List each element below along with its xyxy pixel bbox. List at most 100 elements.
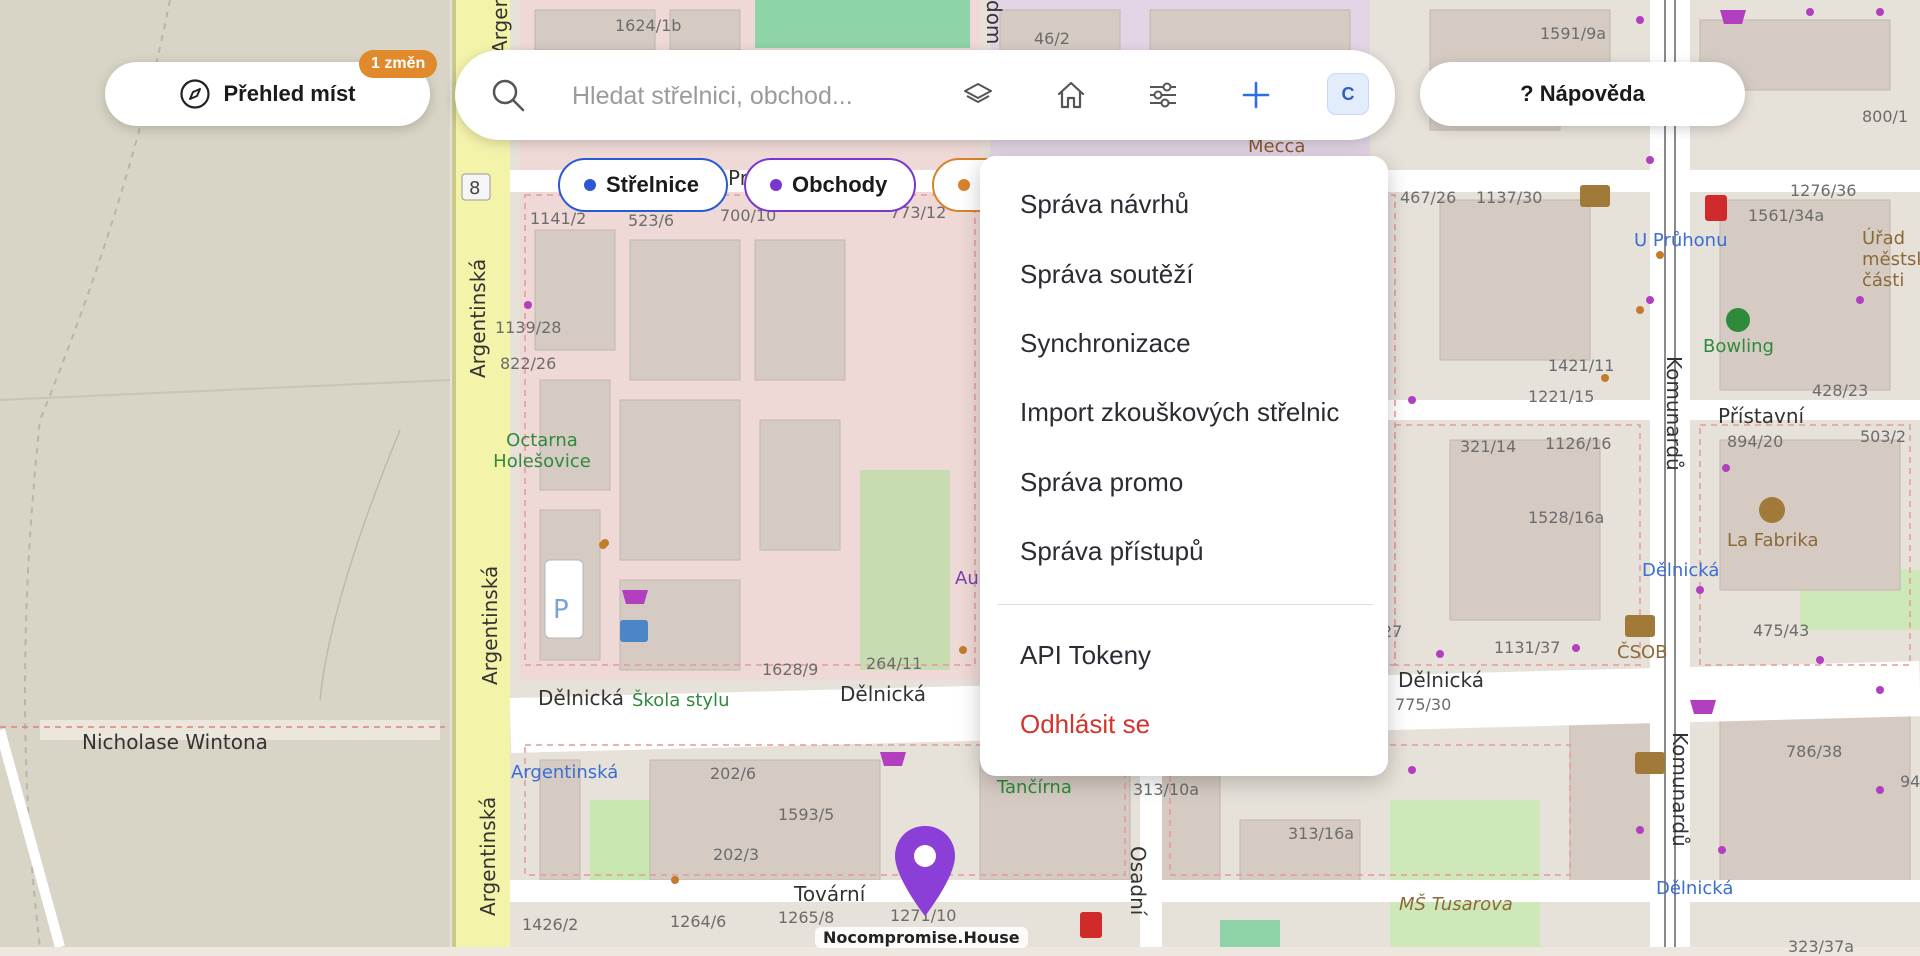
- street-label: Dělnická: [538, 686, 624, 710]
- orange-dot-icon: [958, 179, 970, 191]
- house-number: 1593/5: [778, 805, 835, 824]
- house-number: 1421/11: [1548, 356, 1615, 375]
- house-number: 775/30: [1395, 695, 1452, 714]
- menu-item-access[interactable]: Správa přístupů: [1020, 536, 1204, 567]
- street-label: Dělnická: [840, 682, 926, 706]
- help-button[interactable]: ? Nápověda: [1420, 62, 1745, 126]
- poi-label: Škola stylu: [632, 690, 730, 711]
- filters-button[interactable]: [1138, 70, 1188, 120]
- compass-icon: [180, 79, 211, 109]
- places-overview-label: Přehled míst: [223, 81, 356, 106]
- sliders-icon: [1150, 82, 1176, 108]
- house-number: 894/20: [1727, 432, 1784, 451]
- menu-item-proposals[interactable]: Správa návrhů: [1020, 189, 1189, 220]
- street-label: Argentinská: [488, 0, 512, 54]
- poi-label: U Průhonu: [1634, 230, 1728, 251]
- menu-item-import-ranges[interactable]: Import zkouškových střelnic: [1020, 397, 1339, 428]
- location-pin-icon[interactable]: [893, 824, 957, 920]
- pin-label[interactable]: Nocompromise.House: [815, 927, 1028, 948]
- poi-label: Dělnická: [1656, 878, 1734, 899]
- house-number: 1528/16a: [1528, 508, 1605, 527]
- home-button[interactable]: [1046, 70, 1096, 120]
- house-number: 1591/9a: [1540, 24, 1607, 43]
- house-number: 786/38: [1786, 742, 1843, 761]
- poi-label: Tančírna: [997, 777, 1072, 798]
- house-number: 1624/1b: [615, 16, 682, 35]
- street-label: Komunardů: [1662, 356, 1686, 471]
- layers-icon: [964, 83, 992, 103]
- blue-dot-icon: [584, 179, 596, 191]
- house-number: 313/10a: [1133, 780, 1200, 799]
- street-label: Tovární: [794, 882, 866, 906]
- house-number: 523/6: [628, 211, 675, 230]
- poi-label: MŠ Tusarova: [1399, 894, 1513, 915]
- street-label: Komunardů: [1668, 732, 1692, 847]
- house-number: 94: [1900, 772, 1920, 791]
- changes-badge: 1 změn: [359, 50, 438, 78]
- house-number: 475/43: [1753, 621, 1810, 640]
- menu-divider: [998, 604, 1373, 605]
- filter-chip-label: Střelnice: [606, 172, 699, 197]
- house-number: 1276/36: [1790, 181, 1857, 200]
- house-number: 264/11: [866, 654, 923, 673]
- search-icon: [492, 79, 525, 112]
- street-label: Nicholase Wintona: [82, 730, 268, 754]
- house-number: 1221/15: [1528, 387, 1595, 406]
- house-number: 313/16a: [1288, 824, 1355, 843]
- house-number: 428/23: [1812, 381, 1869, 400]
- street-label: Argentinská: [466, 258, 490, 378]
- house-number: 503/2: [1860, 427, 1907, 446]
- street-label: Osadní: [1126, 846, 1150, 916]
- menu-item-competitions[interactable]: Správa soutěží: [1020, 259, 1193, 290]
- filter-chip-shooting-ranges[interactable]: Střelnice: [558, 158, 728, 212]
- svg-text:P: P: [553, 595, 569, 625]
- map-canvas[interactable]: P 8: [0, 0, 1920, 947]
- house-number: 1426/2: [522, 915, 579, 934]
- poi-label: Argentinská: [511, 762, 619, 783]
- house-number: 1265/8: [778, 908, 835, 927]
- svg-text:8: 8: [469, 178, 480, 199]
- home-icon: [1057, 81, 1085, 109]
- house-number: 1141/2: [530, 209, 587, 228]
- filter-chip-shops[interactable]: Obchody: [744, 158, 916, 212]
- house-number: 46/2: [1034, 29, 1070, 48]
- poi-label: Úřad městské části: [1862, 228, 1920, 291]
- poi-label: Dělnická: [1642, 560, 1720, 581]
- street-label: Argentinská: [476, 796, 500, 916]
- menu-item-sync[interactable]: Synchronizace: [1020, 328, 1191, 359]
- menu-item-promo[interactable]: Správa promo: [1020, 467, 1183, 498]
- house-number: 822/26: [500, 354, 557, 373]
- menu-item-api-tokens[interactable]: API Tokeny: [1020, 640, 1151, 671]
- house-number: 1264/6: [670, 912, 727, 931]
- house-number: 202/6: [710, 764, 757, 783]
- house-number: 467/26: [1400, 188, 1457, 207]
- poi-label: ČSOB: [1617, 642, 1668, 663]
- add-place-button[interactable]: [1231, 70, 1281, 120]
- search-bar: C: [455, 50, 1395, 140]
- filter-chip-label: Obchody: [792, 172, 888, 197]
- street-label: Přístavní: [1718, 404, 1805, 428]
- house-number: 202/3: [713, 845, 760, 864]
- house-number: 321/14: [1460, 437, 1517, 456]
- plus-icon: [1242, 81, 1270, 109]
- house-number: 1131/37: [1494, 638, 1561, 657]
- street-label: Argentinská: [478, 565, 502, 685]
- poi-label: Octarna Holešovice: [493, 430, 591, 472]
- house-number: 800/1: [1862, 107, 1909, 126]
- street-label: Dělnická: [1398, 668, 1484, 692]
- street-label: dom: [982, 0, 1006, 45]
- purple-dot-icon: [770, 179, 782, 191]
- user-avatar[interactable]: C: [1327, 73, 1369, 115]
- house-number: 1139/28: [495, 318, 562, 337]
- logout-button[interactable]: Odhlásit se: [1020, 709, 1150, 740]
- layers-button[interactable]: [953, 70, 1003, 120]
- house-number: 1126/16: [1545, 434, 1612, 453]
- poi-label: Au: [955, 568, 979, 589]
- poi-label: La Fabrika: [1727, 530, 1819, 551]
- house-number: 1561/34a: [1748, 206, 1825, 225]
- search-input[interactable]: [570, 72, 1014, 120]
- house-number: 1137/30: [1476, 188, 1543, 207]
- house-number: 1628/9: [762, 660, 819, 679]
- admin-menu: Správa návrhů Správa soutěží Synchroniza…: [980, 156, 1388, 776]
- poi-label: Bowling: [1703, 336, 1774, 357]
